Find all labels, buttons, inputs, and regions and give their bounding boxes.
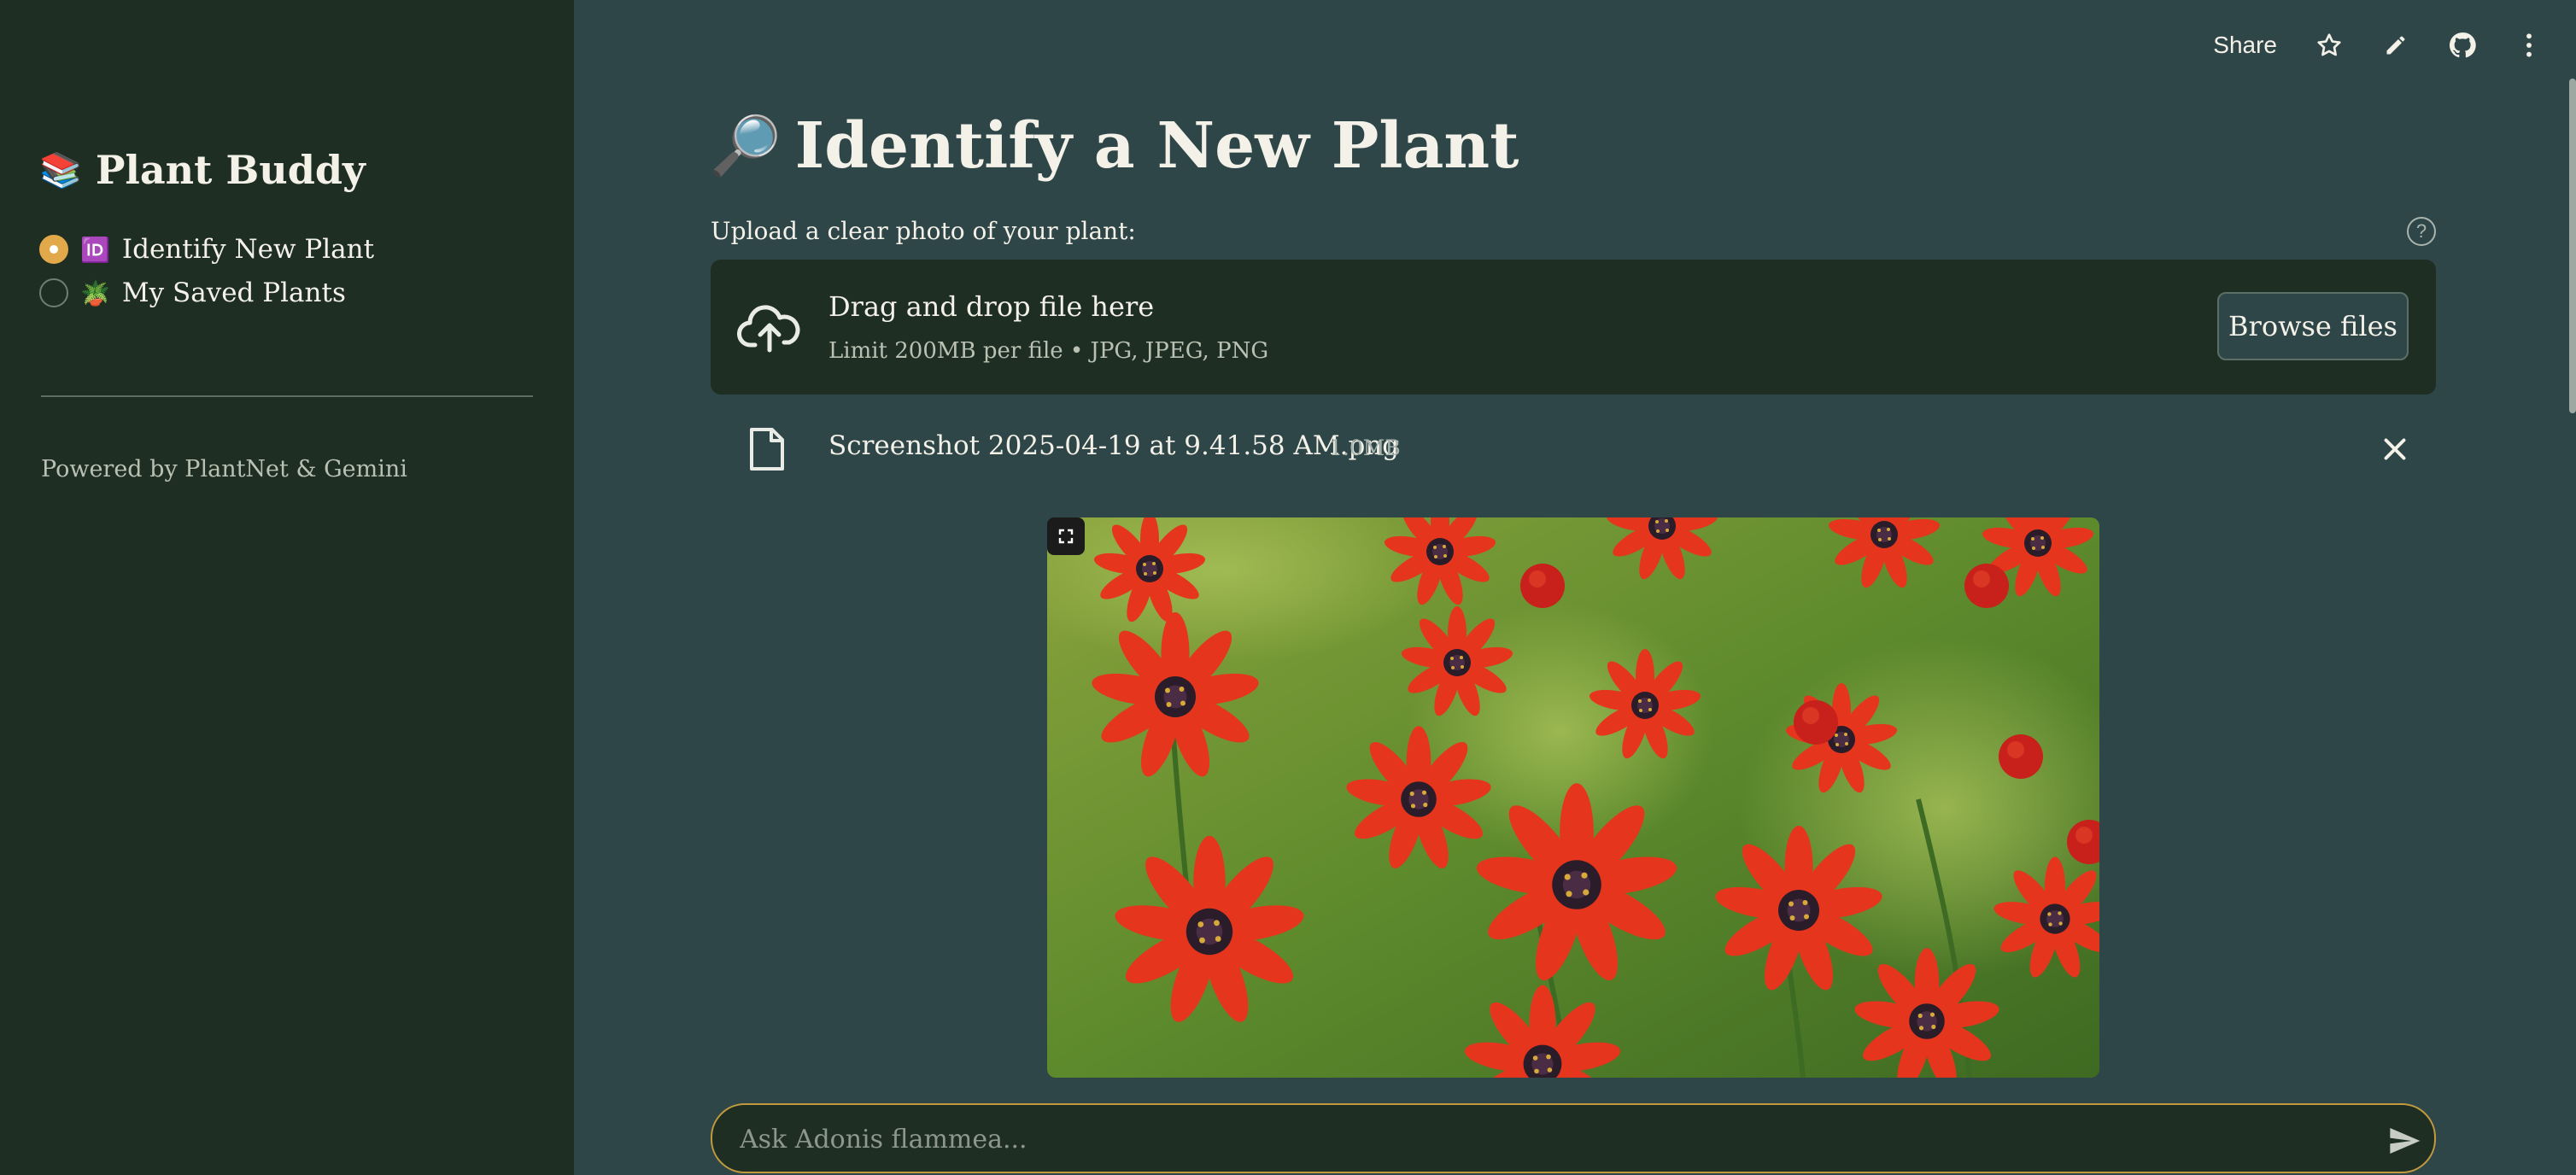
expand-icon xyxy=(1058,529,1074,544)
sidebar-brand: 📚 Plant Buddy xyxy=(39,147,366,193)
pencil-icon[interactable] xyxy=(2381,31,2410,60)
radio-selected[interactable] xyxy=(39,235,68,264)
sidebar-item-label: Identify New Plant xyxy=(121,234,375,265)
sidebar-item-saved-plants[interactable]: 🪴 My Saved Plants xyxy=(39,278,346,308)
github-icon[interactable] xyxy=(2448,31,2477,60)
file-size: 1.0MB xyxy=(1329,436,1401,460)
magnifier-icon: 🔎 xyxy=(709,112,782,180)
browse-files-button[interactable]: Browse files xyxy=(2217,292,2409,360)
star-icon[interactable] xyxy=(2315,31,2344,60)
share-button[interactable]: Share xyxy=(2213,32,2277,59)
sidebar-item-label: My Saved Plants xyxy=(121,278,346,308)
sidebar-divider xyxy=(41,395,533,397)
radio-unselected[interactable] xyxy=(39,278,68,307)
file-dropzone[interactable]: Drag and drop file here Limit 200MB per … xyxy=(711,260,2436,395)
id-icon: 🆔 xyxy=(80,235,110,264)
top-toolbar: Share xyxy=(2213,27,2544,63)
sidebar: 📚 Plant Buddy 🆔 Identify New Plant 🪴 My … xyxy=(0,0,574,1175)
chat-input[interactable] xyxy=(738,1119,2344,1160)
dropzone-limit: Limit 200MB per file • JPG, JPEG, PNG xyxy=(828,338,1269,364)
scrollbar-thumb[interactable] xyxy=(2569,79,2576,413)
uploaded-plant-image xyxy=(1047,517,2099,1078)
help-icon[interactable]: ? xyxy=(2407,217,2436,246)
chat-input-bar xyxy=(711,1103,2436,1173)
upload-label: Upload a clear photo of your plant: xyxy=(711,217,1136,245)
sidebar-item-identify[interactable]: 🆔 Identify New Plant xyxy=(39,234,374,265)
potted-plant-icon: 🪴 xyxy=(80,278,110,307)
powered-by-text: Powered by PlantNet & Gemini xyxy=(41,456,407,482)
fullscreen-button[interactable] xyxy=(1047,517,1085,555)
books-icon: 📚 xyxy=(39,149,82,190)
more-vertical-icon[interactable] xyxy=(2515,31,2544,60)
dropzone-title: Drag and drop file here xyxy=(828,290,1155,323)
page-title: 🔎 Identify a New Plant xyxy=(709,109,1519,183)
file-icon xyxy=(750,428,784,471)
file-name: Screenshot 2025-04-19 at 9.41.58 AM.png xyxy=(828,430,1400,461)
cloud-upload-icon xyxy=(737,305,800,353)
close-icon[interactable] xyxy=(2380,434,2410,465)
uploaded-file-row: Screenshot 2025-04-19 at 9.41.58 AM.png … xyxy=(711,418,2436,478)
app-root: 📚 Plant Buddy 🆔 Identify New Plant 🪴 My … xyxy=(0,0,2576,1175)
page-title-text: Identify a New Plant xyxy=(794,109,1519,183)
brand-title: Plant Buddy xyxy=(95,147,366,193)
send-icon[interactable] xyxy=(2386,1124,2422,1158)
